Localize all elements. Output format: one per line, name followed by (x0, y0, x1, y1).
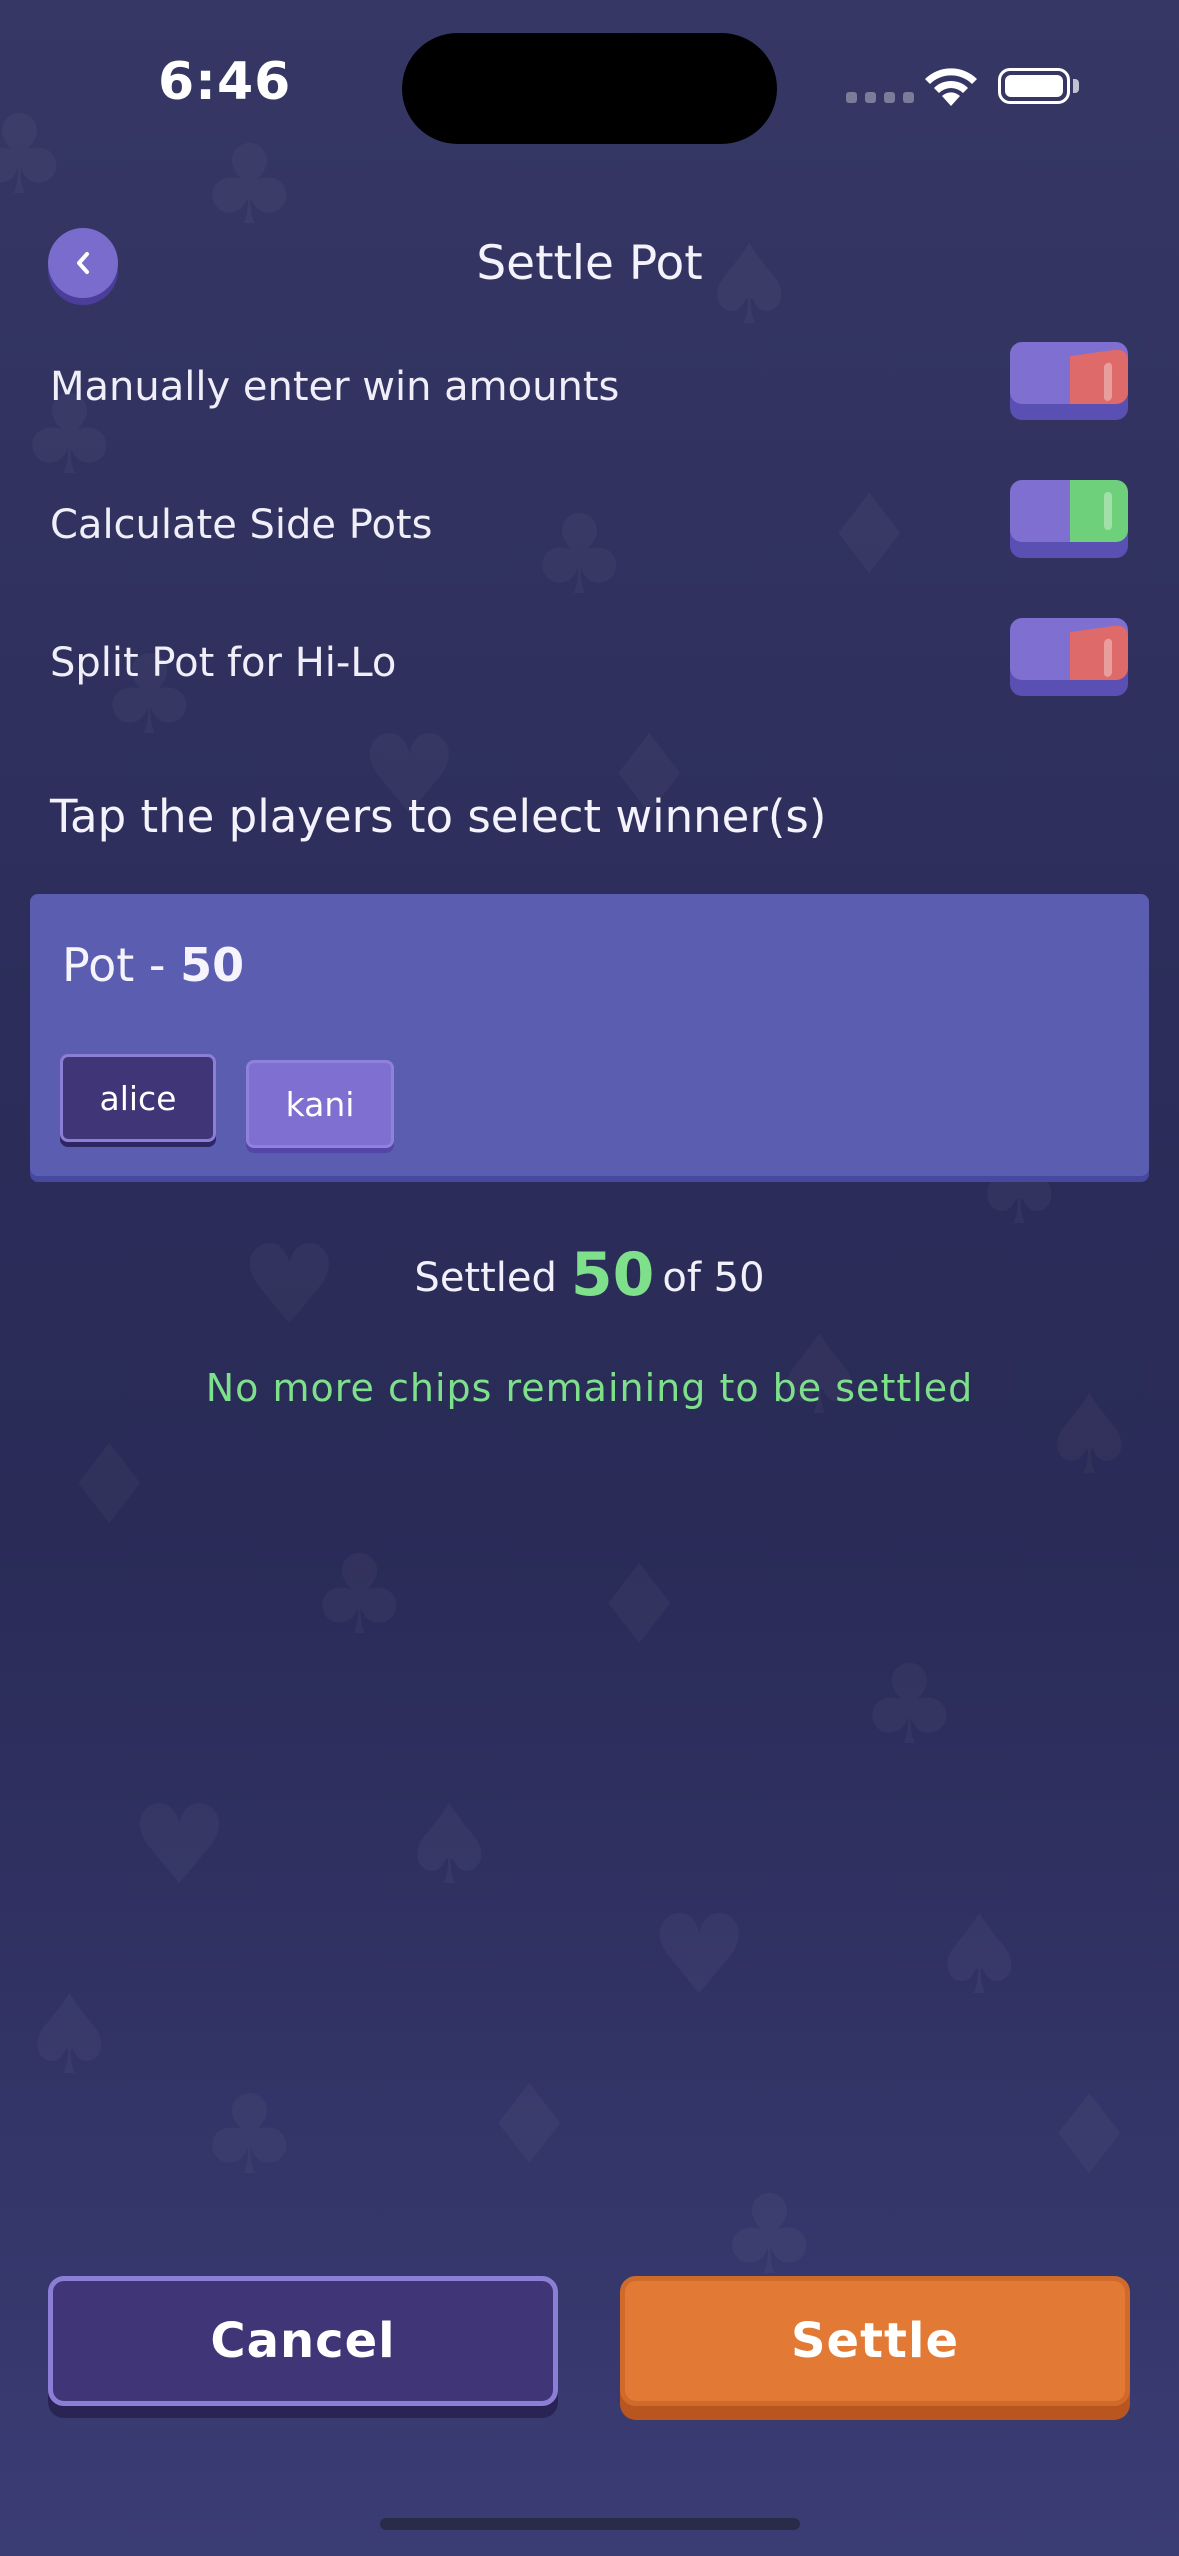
settled-amount: 50 (570, 1240, 655, 1310)
side-pots-label: Calculate Side Pots (50, 502, 433, 548)
pot-title: Pot - 50 (62, 938, 244, 992)
select-winner-instruction: Tap the players to select winner(s) (50, 790, 827, 843)
battery-icon (998, 68, 1070, 104)
wifi-icon (925, 68, 977, 106)
manual-win-amounts-toggle[interactable] (1010, 342, 1130, 422)
home-indicator (380, 2518, 800, 2530)
manual-win-amounts-label: Manually enter win amounts (50, 364, 620, 410)
remaining-chips-message: No more chips remaining to be settled (205, 1366, 974, 1410)
side-pots-toggle[interactable] (1010, 480, 1130, 560)
settle-button[interactable]: Settle (620, 2276, 1130, 2406)
pot-card: Pot - 50 alice kani (30, 894, 1149, 1176)
settled-total: of 50 (662, 1255, 765, 1301)
battery-tip (1073, 79, 1079, 93)
pot-amount: 50 (180, 938, 245, 992)
split-pot-hilo-label: Split Pot for Hi-Lo (50, 640, 397, 686)
cancel-button[interactable]: Cancel (48, 2276, 558, 2406)
settled-prefix: Settled (414, 1255, 557, 1301)
cellular-signal-icon (846, 92, 914, 103)
player-chip-kani[interactable]: kani (246, 1060, 394, 1148)
pot-label: Pot - (62, 938, 181, 992)
dynamic-island (402, 33, 777, 144)
page-title: Settle Pot (476, 236, 703, 291)
settled-summary: Settled 50 of 50 (0, 1240, 1179, 1310)
status-bar-time: 6:46 (158, 52, 292, 112)
split-pot-hilo-toggle[interactable] (1010, 618, 1130, 698)
player-chip-alice[interactable]: alice (60, 1054, 216, 1142)
